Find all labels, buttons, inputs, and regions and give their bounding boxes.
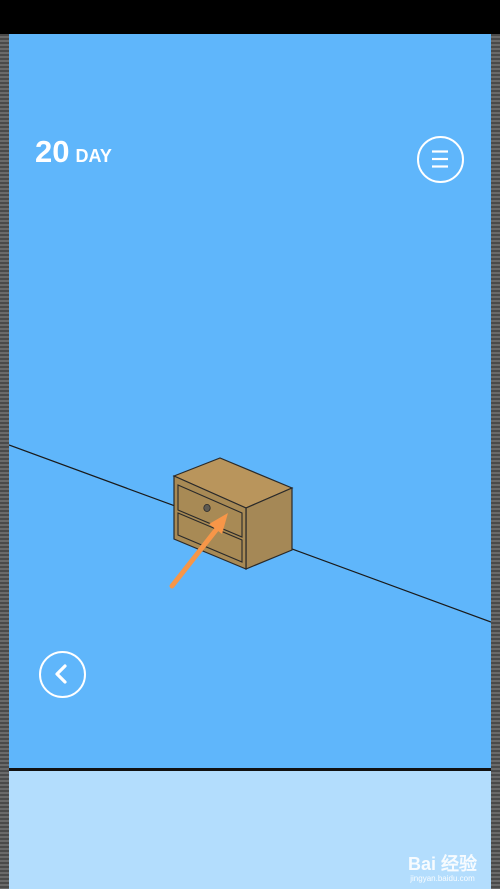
right-bezel xyxy=(491,34,500,889)
day-label: DAY xyxy=(75,146,112,166)
back-button[interactable] xyxy=(39,651,86,698)
hamburger-menu-icon xyxy=(432,150,448,168)
game-scene[interactable]: 20 DAY xyxy=(9,34,491,768)
day-number: 20 xyxy=(35,134,70,169)
drawer-knob xyxy=(203,503,211,512)
watermark-url: jingyan.baidu.com xyxy=(410,874,475,883)
menu-button[interactable] xyxy=(417,136,464,183)
status-bar xyxy=(0,0,500,34)
chevron-left-icon xyxy=(55,664,67,684)
day-counter: 20 DAY xyxy=(35,134,112,170)
nightstand[interactable] xyxy=(172,457,294,570)
watermark-brand: Bai 经验 xyxy=(407,854,477,874)
watermark: Bai 经验 jingyan.baidu.com xyxy=(408,854,477,883)
bottom-panel: Bai 经验 jingyan.baidu.com xyxy=(9,771,491,889)
left-bezel xyxy=(0,34,9,889)
